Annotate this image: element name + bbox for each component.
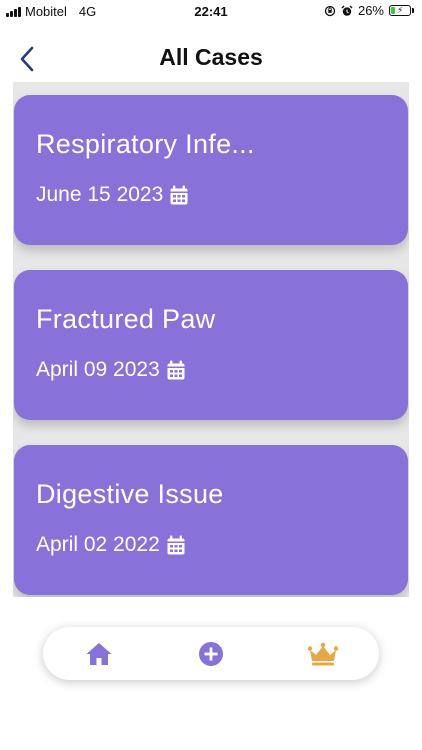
case-date: April 09 2023 [36,358,160,381]
status-right: 26% ⚡ [324,3,414,18]
case-date-row: April 09 2023 [36,358,186,382]
nav-premium-button[interactable] [293,627,353,680]
case-date-row: April 02 2022 [36,533,186,557]
case-card[interactable]: Fractured Paw April 09 2023 [14,270,408,420]
battery-percent: 26% [357,3,384,18]
nav-home-button[interactable] [69,627,129,680]
calendar-icon [167,360,185,379]
crown-icon [307,642,339,665]
case-date: June 15 2023 [36,183,164,206]
alarm-icon [341,5,353,16]
orientation-lock-icon [324,5,336,16]
battery-icon: ⚡ [389,5,411,16]
home-icon [86,642,112,665]
add-circle-icon [199,641,223,666]
battery-cap [412,8,414,13]
case-list[interactable]: Respiratory Infe... June 15 2023 Fractur… [13,82,409,597]
case-date-row: June 15 2023 [36,183,189,207]
case-title: Digestive Issue [36,479,224,509]
case-title: Fractured Paw [36,304,216,334]
header: All Cases [0,36,422,80]
calendar-icon [170,185,188,204]
case-card[interactable]: Respiratory Infe... June 15 2023 [14,95,408,245]
bottom-nav [43,627,379,680]
calendar-icon [167,535,185,554]
case-card[interactable]: Digestive Issue April 02 2022 [14,445,408,595]
nav-add-button[interactable] [181,627,241,680]
case-title: Respiratory Infe... [36,129,255,159]
status-bar: Mobitel 4G 22:41 26% ⚡ [0,0,422,24]
case-date: April 02 2022 [36,533,160,556]
page-title: All Cases [159,44,263,70]
